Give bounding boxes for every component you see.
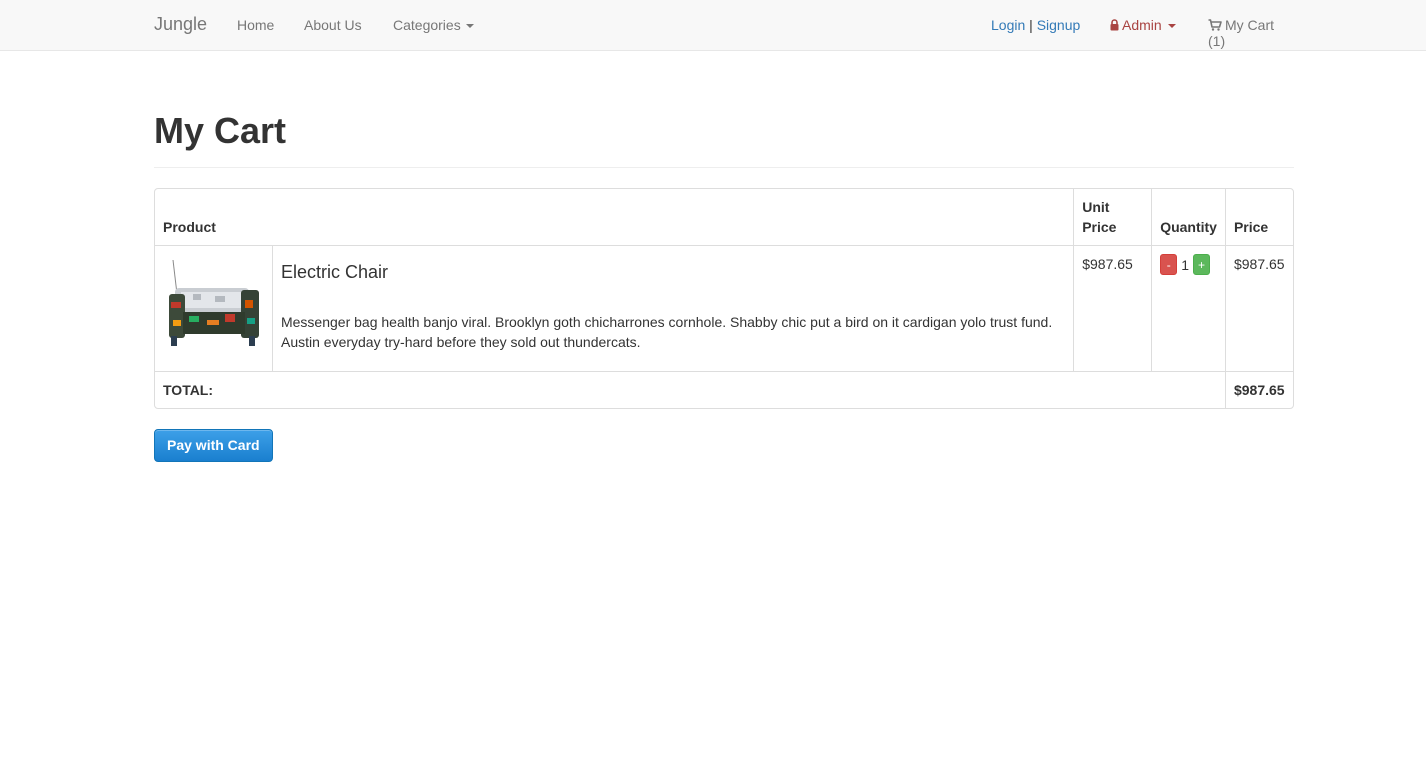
brand-logo[interactable]: Jungle [154, 14, 207, 35]
page-header: My Cart [154, 111, 1294, 168]
nav-home-link[interactable]: Home [237, 17, 274, 33]
page-title: My Cart [154, 110, 287, 151]
main-container: My Cart Product Unit Price Quantity Pric… [154, 111, 1294, 462]
decrement-quantity-button[interactable]: - [1160, 254, 1178, 276]
header-price: Price [1224, 188, 1293, 246]
total-value: $987.65 [1224, 370, 1293, 408]
cart-item-row: Electric Chair Messenger bag health banj… [155, 245, 1293, 371]
auth-links: Login | Signup [991, 17, 1080, 33]
quantity-cell: -1 + [1151, 245, 1225, 371]
caret-down-icon [465, 24, 474, 29]
product-image-cell [155, 246, 272, 371]
signup-link[interactable]: Signup [1037, 17, 1081, 33]
pay-with-card-button[interactable]: Pay with Card [154, 428, 273, 462]
lock-icon [1110, 19, 1119, 31]
navbar-inner: Jungle Home About Us Categories Login | … [154, 0, 1294, 50]
product-name[interactable]: Electric Chair [281, 262, 1065, 282]
product-description: Messenger bag health banjo viral. Brookl… [280, 313, 1053, 350]
my-cart-link[interactable]: My Cart (1) [1208, 17, 1294, 49]
admin-dropdown[interactable]: Admin [1110, 17, 1176, 33]
product-info-cell: Electric Chair Messenger bag health banj… [271, 245, 1073, 371]
unit-price-cell: $987.65 [1073, 245, 1151, 371]
total-label: TOTAL: [155, 370, 1225, 408]
header-unit-price: Unit Price [1073, 188, 1152, 246]
total-row: TOTAL: $987.65 [155, 370, 1293, 408]
cart-icon [1208, 19, 1222, 31]
header-quantity: Quantity [1151, 188, 1225, 246]
increment-quantity-button[interactable]: + [1192, 254, 1210, 276]
header-product: Product [155, 189, 1074, 246]
cart-table-header: Product Unit Price Quantity Price [155, 188, 1293, 246]
categories-label: Categories [393, 17, 461, 33]
quantity-value: 1 [1181, 256, 1189, 273]
nav-about-link[interactable]: About Us [304, 17, 362, 33]
auth-separator: | [1029, 17, 1033, 33]
price-cell: $987.65 [1224, 245, 1293, 371]
product-image [163, 253, 263, 354]
caret-down-icon [1167, 24, 1176, 29]
cart-table: Product Unit Price Quantity Price Electr… [154, 187, 1294, 409]
admin-label: Admin [1122, 17, 1162, 33]
categories-dropdown[interactable]: Categories [393, 17, 474, 33]
login-link[interactable]: Login [991, 17, 1025, 33]
navbar: Jungle Home About Us Categories Login | … [0, 0, 1426, 51]
